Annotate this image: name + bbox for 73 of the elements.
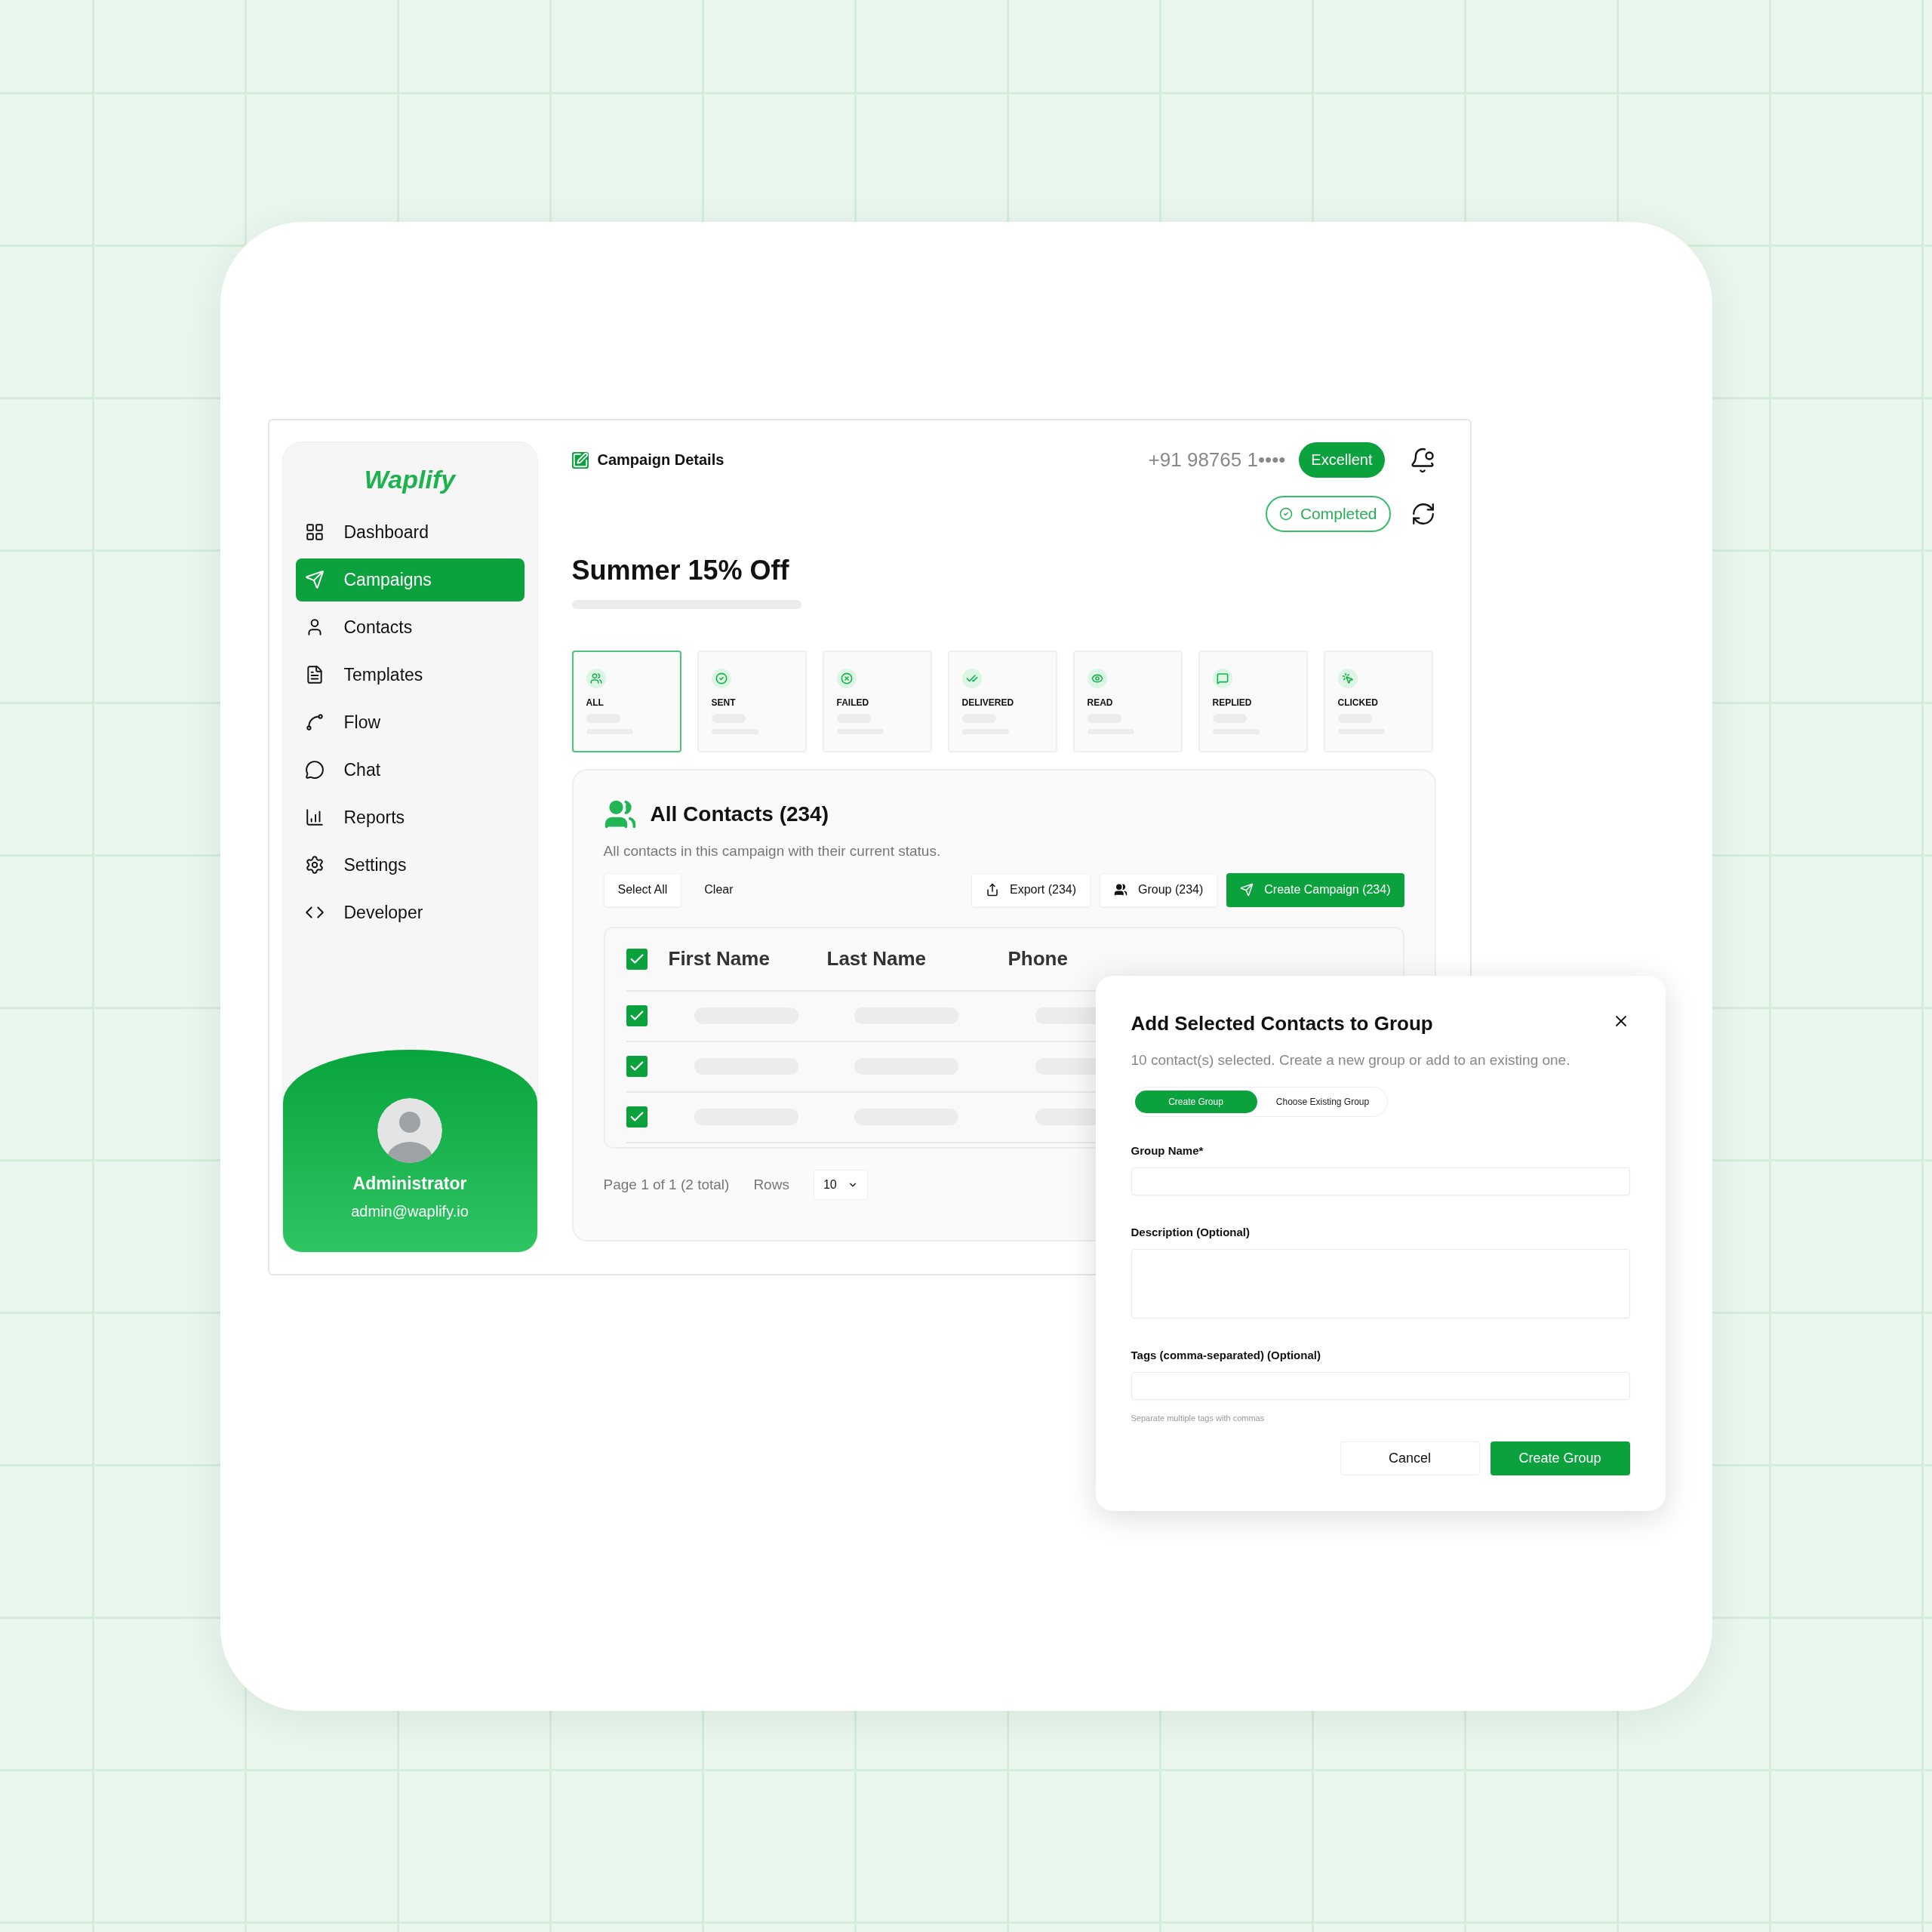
nav-item[interactable]: Dashboard — [295, 510, 525, 554]
dialog-title: Add Selected Contacts to Group — [1131, 1011, 1433, 1035]
settings-icon — [304, 855, 325, 875]
cursor-click-icon — [1337, 668, 1358, 688]
checkbox[interactable] — [626, 1005, 648, 1026]
status-badge: Completed — [1265, 495, 1391, 532]
column-header: Last Name — [826, 947, 927, 971]
users-icon — [586, 668, 606, 688]
phone-number: +91 98765 1•••• — [1148, 448, 1286, 472]
checkbox[interactable] — [626, 1056, 648, 1077]
segment-tab[interactable]: Choose Existing Group — [1261, 1090, 1384, 1113]
toolbar-button[interactable]: Select All — [603, 872, 682, 907]
check-icon — [1278, 506, 1293, 521]
toolbar-button[interactable]: Export (234) — [971, 872, 1091, 907]
edit-icon — [571, 451, 589, 469]
nav-item[interactable]: Templates — [295, 653, 525, 697]
send-icon — [304, 570, 325, 589]
profile-name: Administrator — [352, 1173, 467, 1194]
chart-icon — [304, 808, 325, 827]
field-hint: Separate multiple tags with commas — [1131, 1413, 1266, 1423]
x-circle-icon — [836, 668, 857, 688]
nav-item[interactable]: Flow — [295, 700, 525, 744]
nav-item[interactable]: Developer — [295, 891, 525, 934]
checkbox[interactable] — [626, 1106, 648, 1128]
avatar-icon — [377, 1097, 442, 1163]
stat-label: ALL — [586, 697, 605, 708]
send-icon — [1240, 883, 1254, 897]
logo: Waplify — [364, 464, 456, 494]
stat-card[interactable]: SENT — [697, 650, 807, 752]
stat-card[interactable]: FAILED — [822, 650, 932, 752]
stat-card[interactable]: DELIVERED — [947, 650, 1057, 752]
quality-badge: Excellent — [1299, 442, 1385, 478]
toolbar-button[interactable]: Clear — [691, 872, 747, 907]
page-summary: Page 1 of 1 (2 total) — [603, 1176, 730, 1193]
page-title: Campaign Details — [597, 451, 724, 469]
check-icon — [711, 668, 731, 688]
rows-label: Rows — [753, 1176, 789, 1193]
nav-item[interactable]: Settings — [295, 843, 525, 887]
field-label: Tags (comma-separated) (Optional) — [1131, 1348, 1321, 1361]
dialog-description: 10 contact(s) selected. Create a new group or add to an existing one. — [1131, 1051, 1571, 1069]
stat-label: REPLIED — [1212, 697, 1253, 708]
toolbar-button[interactable]: Group (234) — [1100, 872, 1218, 907]
stat-card[interactable]: CLICKED — [1323, 650, 1433, 752]
section-description: All contacts in this campaign with their current status. — [603, 842, 942, 860]
stat-label: READ — [1087, 697, 1114, 708]
chat-icon — [304, 760, 325, 780]
flow-icon — [304, 712, 325, 732]
stat-label: FAILED — [836, 697, 870, 708]
nav-item[interactable]: Chat — [295, 748, 525, 792]
stat-card[interactable]: REPLIED — [1198, 650, 1308, 752]
column-header: Phone — [1008, 947, 1069, 971]
nav-item[interactable]: Reports — [295, 795, 525, 839]
section-title: All Contacts (234) — [650, 801, 829, 826]
message-icon — [1212, 668, 1232, 688]
stat-label: CLICKED — [1337, 697, 1379, 708]
stat-card[interactable]: READ — [1072, 650, 1183, 752]
field-label: Group Name* — [1131, 1143, 1204, 1157]
profile-email: admin@waplify.io — [351, 1202, 469, 1220]
cancel-button[interactable]: Cancel — [1340, 1441, 1480, 1475]
grid-icon — [304, 522, 325, 542]
rows-select[interactable]: 10 — [813, 1169, 868, 1200]
stat-label: SENT — [711, 697, 737, 708]
eye-icon — [1087, 668, 1107, 688]
stat-label: DELIVERED — [961, 697, 1015, 708]
column-header: First Name — [668, 947, 771, 971]
users-icon — [1114, 883, 1128, 897]
field-label: Description (Optional) — [1131, 1225, 1251, 1238]
checkbox[interactable] — [626, 948, 648, 970]
campaign-title: Summer 15% Off — [571, 554, 790, 586]
export-icon — [986, 883, 999, 897]
double-check-icon — [961, 668, 982, 688]
stat-card[interactable]: ALL — [571, 650, 681, 752]
nav-item[interactable]: Contacts — [295, 605, 525, 649]
